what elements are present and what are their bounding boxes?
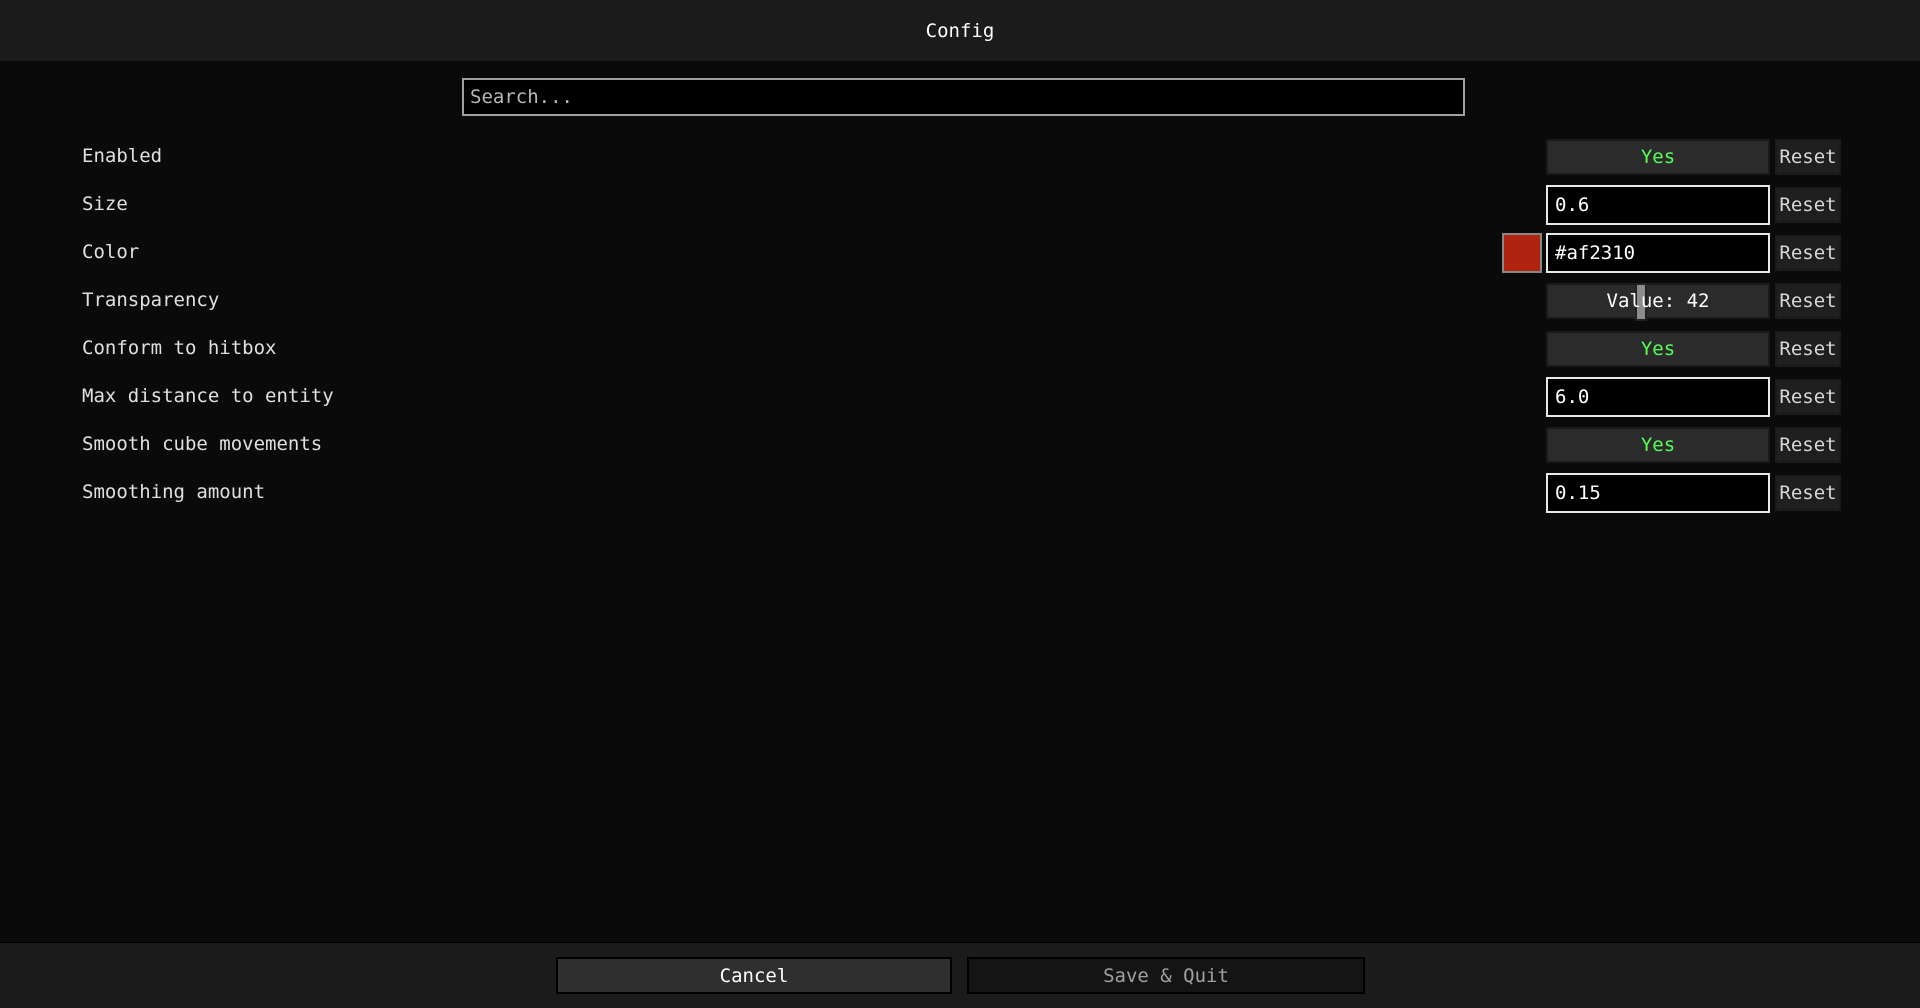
option-row-max-distance: Max distance to entity 6.0 Reset [0, 377, 1920, 417]
footer-bar: Cancel Save & Quit [0, 942, 1920, 1008]
reset-button[interactable]: Reset [1775, 427, 1841, 463]
search-input[interactable] [462, 78, 1465, 116]
option-label: Size [82, 193, 128, 215]
option-row-conform-to-hitbox: Conform to hitbox Yes Reset [0, 329, 1920, 367]
enabled-toggle[interactable]: Yes [1546, 139, 1770, 175]
option-label: Transparency [82, 289, 220, 311]
reset-button[interactable]: Reset [1775, 235, 1841, 271]
transparency-slider[interactable]: Value: 42 [1546, 283, 1770, 321]
option-row-size: Size 0.6 Reset [0, 185, 1920, 225]
conform-to-hitbox-toggle[interactable]: Yes [1546, 331, 1770, 367]
max-distance-field[interactable]: 6.0 [1546, 377, 1770, 417]
option-row-smoothing-amount: Smoothing amount 0.15 Reset [0, 473, 1920, 513]
option-row-smooth-cube-movements: Smooth cube movements Yes Reset [0, 425, 1920, 463]
color-swatch[interactable] [1502, 233, 1542, 273]
option-label: Smooth cube movements [82, 433, 323, 455]
header-bar: Config [0, 0, 1920, 62]
option-row-enabled: Enabled Yes Reset [0, 137, 1920, 175]
cancel-button[interactable]: Cancel [556, 957, 952, 994]
save-and-quit-button[interactable]: Save & Quit [967, 957, 1365, 994]
option-label: Smoothing amount [82, 481, 266, 503]
option-row-color: Color #af2310 Reset [0, 233, 1920, 273]
size-field[interactable]: 0.6 [1546, 185, 1770, 225]
reset-button[interactable]: Reset [1775, 379, 1841, 415]
slider-value: Value: 42 [1606, 290, 1710, 312]
option-label: Conform to hitbox [82, 337, 277, 359]
option-label: Color [82, 241, 140, 263]
smoothing-amount-field[interactable]: 0.15 [1546, 473, 1770, 513]
color-field[interactable]: #af2310 [1546, 233, 1770, 273]
option-row-transparency: Transparency Value: 42 Reset [0, 281, 1920, 321]
page-title: Config [925, 19, 995, 42]
reset-button[interactable]: Reset [1775, 283, 1841, 319]
toggle-value: Yes [1640, 146, 1676, 168]
toggle-value: Yes [1640, 338, 1676, 360]
toggle-value: Yes [1640, 434, 1676, 456]
options-list: Enabled Yes Reset Size 0.6 Reset Color #… [0, 61, 1920, 941]
option-label: Enabled [82, 145, 163, 167]
reset-button[interactable]: Reset [1775, 331, 1841, 367]
option-label: Max distance to entity [82, 385, 334, 407]
reset-button[interactable]: Reset [1775, 139, 1841, 175]
reset-button[interactable]: Reset [1775, 475, 1841, 511]
reset-button[interactable]: Reset [1775, 187, 1841, 223]
smooth-cube-movements-toggle[interactable]: Yes [1546, 427, 1770, 463]
